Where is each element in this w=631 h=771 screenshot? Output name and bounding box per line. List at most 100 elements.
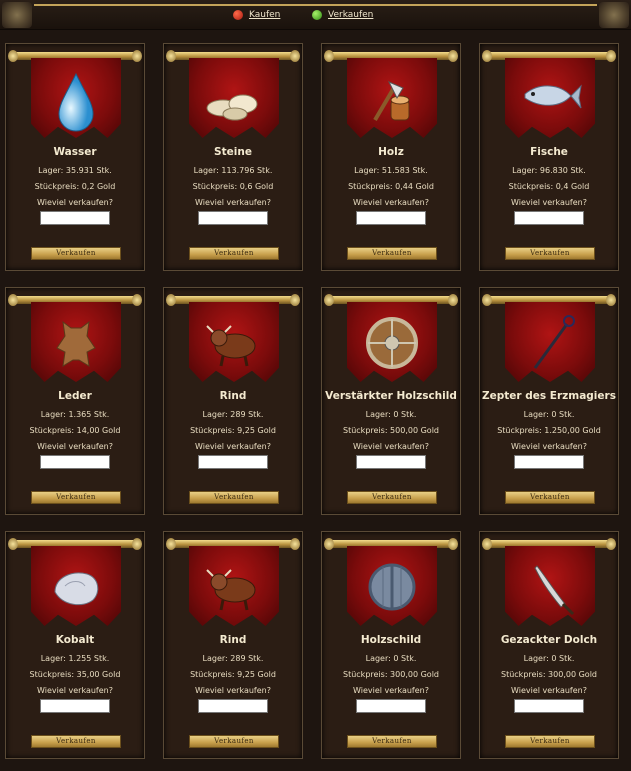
tab-buy[interactable]: Kaufen [233, 10, 280, 20]
sell-button[interactable]: Verkaufen [189, 247, 279, 260]
quantity-input[interactable] [356, 211, 426, 225]
quantity-question: Wieviel verkaufen? [195, 442, 271, 451]
item-stock: Lager: 289 Stk. [202, 410, 264, 419]
quantity-input[interactable] [40, 211, 110, 225]
item-stock: Lager: 0 Stk. [523, 654, 575, 663]
item-stock: Lager: 35.931 Stk. [38, 166, 112, 175]
item-card: Steine Lager: 113.796 Stk. Stückpreis: 0… [163, 43, 303, 271]
item-price: Stückpreis: 0,2 Gold [34, 182, 116, 191]
sell-button[interactable]: Verkaufen [31, 491, 121, 504]
item-price: Stückpreis: 35,00 Gold [29, 670, 121, 679]
item-stock: Lager: 0 Stk. [365, 654, 417, 663]
sell-button[interactable]: Verkaufen [189, 491, 279, 504]
item-card: Rind Lager: 289 Stk. Stückpreis: 9,25 Go… [163, 287, 303, 515]
item-name: Verstärkter Holzschild [325, 390, 457, 402]
item-card: Fische Lager: 96.830 Stk. Stückpreis: 0,… [479, 43, 619, 271]
sell-button[interactable]: Verkaufen [347, 247, 437, 260]
item-card: Verstärkter Holzschild Lager: 0 Stk. Stü… [321, 287, 461, 515]
item-card: Rind Lager: 289 Stk. Stückpreis: 9,25 Go… [163, 531, 303, 759]
sell-button[interactable]: Verkaufen [505, 247, 595, 260]
quantity-question: Wieviel verkaufen? [353, 442, 429, 451]
quantity-question: Wieviel verkaufen? [353, 686, 429, 695]
item-name: Rind [219, 634, 247, 646]
quantity-input[interactable] [356, 699, 426, 713]
axe-log-icon [373, 81, 410, 122]
jagged-dagger-icon [534, 565, 575, 616]
tab-sell[interactable]: Verkaufen [312, 10, 373, 20]
bull-icon [206, 569, 256, 611]
item-name: Holzschild [360, 634, 422, 646]
quantity-input[interactable] [514, 211, 584, 225]
item-name: Steine [214, 146, 252, 158]
quantity-question: Wieviel verkaufen? [37, 198, 113, 207]
item-price: Stückpreis: 500,00 Gold [343, 426, 439, 435]
cobalt-ore-icon [54, 572, 99, 606]
green-dot-icon [312, 10, 322, 20]
bull-icon [206, 325, 256, 367]
sell-button[interactable]: Verkaufen [505, 735, 595, 748]
item-price: Stückpreis: 1.250,00 Gold [497, 426, 601, 435]
scepter-icon [533, 315, 575, 369]
quantity-question: Wieviel verkaufen? [195, 198, 271, 207]
item-card: Holzschild Lager: 0 Stk. Stückpreis: 300… [321, 531, 461, 759]
sell-button[interactable]: Verkaufen [31, 735, 121, 748]
sell-button[interactable]: Verkaufen [31, 247, 121, 260]
item-card: Holz Lager: 51.583 Stk. Stückpreis: 0,44… [321, 43, 461, 271]
leather-hide-icon [56, 320, 96, 367]
item-name: Fische [530, 146, 568, 158]
fish-icon [524, 84, 582, 109]
red-dot-icon [233, 10, 243, 20]
item-stock: Lager: 113.796 Stk. [193, 166, 273, 175]
tab-sell-label: Verkaufen [328, 10, 374, 20]
item-price: Stückpreis: 300,00 Gold [501, 670, 597, 679]
quantity-input[interactable] [356, 455, 426, 469]
sell-button[interactable]: Verkaufen [347, 491, 437, 504]
ornament-right-icon [599, 2, 629, 28]
item-stock: Lager: 1.255 Stk. [40, 654, 110, 663]
quantity-question: Wieviel verkaufen? [37, 686, 113, 695]
item-stock: Lager: 1.365 Stk. [40, 410, 110, 419]
wooden-shield-icon [368, 563, 416, 611]
item-name: Holz [378, 146, 404, 158]
sell-button[interactable]: Verkaufen [347, 735, 437, 748]
item-name: Gezackter Dolch [500, 634, 598, 646]
reinforced-shield-icon [366, 317, 418, 369]
item-card: Leder Lager: 1.365 Stk. Stückpreis: 14,0… [5, 287, 145, 515]
item-price: Stückpreis: 0,6 Gold [192, 182, 274, 191]
sell-button[interactable]: Verkaufen [505, 491, 595, 504]
item-stock: Lager: 0 Stk. [523, 410, 575, 419]
item-price: Stückpreis: 300,00 Gold [343, 670, 439, 679]
item-price: Stückpreis: 14,00 Gold [29, 426, 121, 435]
item-stock: Lager: 51.583 Stk. [354, 166, 428, 175]
tab-buy-label: Kaufen [249, 10, 281, 20]
item-name: Zepter des Erzmagiers [482, 390, 616, 402]
item-price: Stückpreis: 0,44 Gold [348, 182, 434, 191]
quantity-input[interactable] [198, 455, 268, 469]
quantity-question: Wieviel verkaufen? [511, 442, 587, 451]
quantity-input[interactable] [40, 699, 110, 713]
sell-button[interactable]: Verkaufen [189, 735, 279, 748]
top-navigation-bar: Kaufen Verkaufen [0, 0, 631, 30]
item-name: Leder [58, 390, 92, 402]
quantity-input[interactable] [198, 211, 268, 225]
item-card: Gezackter Dolch Lager: 0 Stk. Stückpreis… [479, 531, 619, 759]
stones-icon [206, 94, 258, 121]
ornament-left-icon [2, 2, 32, 28]
gold-trim-line [34, 4, 597, 6]
quantity-input[interactable] [514, 699, 584, 713]
water-drop-icon [58, 72, 94, 132]
item-name: Wasser [53, 146, 97, 158]
quantity-question: Wieviel verkaufen? [353, 198, 429, 207]
item-stock: Lager: 96.830 Stk. [512, 166, 586, 175]
item-price: Stückpreis: 9,25 Gold [190, 426, 276, 435]
item-card: Zepter des Erzmagiers Lager: 0 Stk. Stüc… [479, 287, 619, 515]
quantity-input[interactable] [40, 455, 110, 469]
item-name: Kobalt [55, 634, 95, 646]
quantity-input[interactable] [514, 455, 584, 469]
item-card: Kobalt Lager: 1.255 Stk. Stückpreis: 35,… [5, 531, 145, 759]
quantity-question: Wieviel verkaufen? [511, 198, 587, 207]
item-grid: Wasser Lager: 35.931 Stk. Stückpreis: 0,… [5, 43, 619, 759]
quantity-input[interactable] [198, 699, 268, 713]
item-stock: Lager: 0 Stk. [365, 410, 417, 419]
quantity-question: Wieviel verkaufen? [37, 442, 113, 451]
